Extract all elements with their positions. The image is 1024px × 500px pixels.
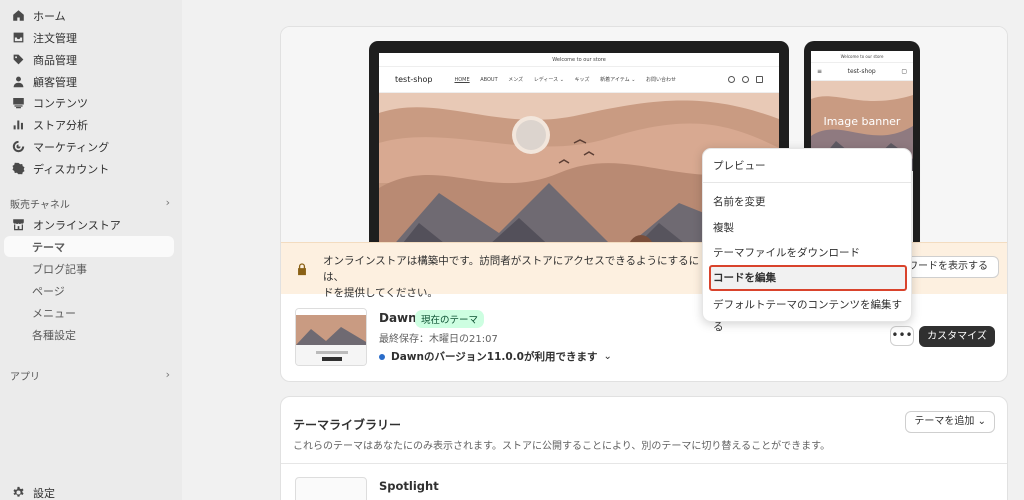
menu-item-preview[interactable]: プレビュー — [711, 155, 905, 177]
sidebar-item-products[interactable]: 商品管理 — [4, 49, 174, 70]
library-description: これらのテーマはあなたにのみ表示されます。ストアに公開することにより、別のテーマ… — [293, 441, 831, 452]
sidebar-item-marketing[interactable]: マーケティング — [4, 136, 174, 157]
store-nav-links: HOME ABOUT メンズ レディース ⌄ キッズ 新着アイテム ⌄ お問い合… — [454, 76, 685, 83]
library-theme-name: Spotlight — [379, 479, 439, 493]
sidebar-item-label: ホーム — [33, 9, 66, 23]
gear-icon — [11, 486, 25, 500]
sidebar-item-orders[interactable]: 注文管理 — [4, 27, 174, 48]
sidebar-item-label: テーマ — [32, 240, 65, 254]
sidebar-item-customers[interactable]: 顧客管理 — [4, 71, 174, 92]
section-title: 販売チャネル — [10, 200, 70, 211]
menu-item-edit-code[interactable]: コードを編集 — [709, 265, 907, 291]
menu-item-edit-default-content[interactable]: デフォルトテーマのコンテンツを編集する — [711, 294, 905, 333]
sidebar-item-label: 顧客管理 — [33, 75, 77, 89]
mobile-banner-title: Image banner — [823, 115, 901, 128]
search-icon — [728, 76, 735, 83]
menu-item-download-theme[interactable]: テーマファイルをダウンロード — [711, 242, 905, 264]
sidebar: ホーム 注文管理 商品管理 顧客管理 コンテンツ ストア分析 マーケティング デ… — [0, 0, 182, 500]
store-nav-link: キッズ — [574, 77, 590, 83]
sidebar-item-content[interactable]: コンテンツ — [4, 92, 174, 113]
sidebar-item-label: 設定 — [33, 486, 55, 500]
mobile-store-header: ≡ test-shop ▢ — [811, 63, 913, 81]
store-nav-link: メンズ — [508, 77, 524, 83]
store-nav-link: レディース ⌄ — [533, 77, 564, 83]
current-theme-badge: 現在のテーマ — [415, 310, 485, 328]
add-theme-button[interactable]: テーマを追加 ⌄ — [905, 411, 995, 433]
sidebar-item-label: 商品管理 — [33, 53, 77, 67]
inbox-icon — [11, 31, 25, 45]
storefront-icon — [11, 218, 25, 232]
discount-icon — [11, 162, 25, 176]
store-name: test-shop — [395, 75, 433, 84]
sidebar-item-themes[interactable]: テーマ — [4, 236, 174, 257]
sidebar-item-preferences[interactable]: 各種設定 — [4, 324, 174, 345]
sidebar-item-label: ブログ記事 — [32, 262, 87, 276]
library-theme-thumbnail — [295, 477, 367, 500]
cart-icon: ▢ — [901, 68, 907, 75]
apps-header[interactable]: アプリ › — [10, 368, 170, 383]
store-nav-link: HOME — [454, 77, 470, 83]
announcement-bar: Welcome to our store — [811, 51, 913, 63]
theme-actions-menu: プレビュー 名前を変更 複製 テーマファイルをダウンロード コードを編集 デフォ… — [702, 148, 912, 333]
customize-button[interactable]: カスタマイズ — [919, 326, 995, 347]
update-dot-icon — [379, 353, 385, 360]
chevron-right-icon: › — [165, 196, 170, 209]
last-saved: 最終保存：木曜日の21:07 — [379, 334, 498, 345]
chevron-right-icon: › — [165, 368, 170, 381]
target-icon — [11, 140, 25, 154]
account-icon — [742, 76, 749, 83]
add-theme-label: テーマを追加 — [914, 416, 975, 427]
sidebar-item-label: オンラインストア — [33, 218, 121, 232]
sidebar-item-blog-posts[interactable]: ブログ記事 — [4, 258, 174, 279]
sidebar-item-analytics[interactable]: ストア分析 — [4, 114, 174, 135]
sidebar-item-online-store[interactable]: オンラインストア — [4, 214, 174, 235]
tag-icon — [11, 53, 25, 67]
sidebar-item-label: ページ — [32, 284, 65, 298]
sidebar-item-label: 各種設定 — [32, 328, 76, 342]
store-header: test-shop HOME ABOUT メンズ レディース ⌄ キッズ 新着ア… — [379, 67, 779, 93]
announcement-bar: Welcome to our store — [379, 53, 779, 67]
version-update-link[interactable]: Dawnのバージョン11.0.0が利用できます ⌄ — [379, 349, 612, 364]
sidebar-item-menus[interactable]: メニュー — [4, 302, 174, 323]
store-tools — [728, 76, 763, 83]
chevron-down-icon: ⌄ — [977, 416, 986, 427]
cart-icon — [756, 76, 763, 83]
store-nav-link: ABOUT — [480, 77, 498, 83]
hamburger-icon: ≡ — [817, 68, 823, 75]
menu-divider — [703, 182, 911, 183]
more-actions-button[interactable]: ••• — [890, 326, 914, 346]
home-icon — [11, 9, 25, 23]
store-nav-link: お問い合わせ — [646, 77, 677, 83]
menu-item-duplicate[interactable]: 複製 — [711, 217, 905, 239]
sidebar-item-label: マーケティング — [33, 140, 110, 154]
sidebar-item-label: メニュー — [32, 306, 76, 320]
chevron-down-icon: ⌄ — [603, 351, 612, 362]
theme-thumbnail — [295, 308, 367, 366]
theme-library-card: テーマライブラリー これらのテーマはあなたにのみ表示されます。ストアに公開するこ… — [280, 396, 1008, 500]
sidebar-item-label: ストア分析 — [33, 118, 88, 132]
sidebar-item-discounts[interactable]: ディスカウント — [4, 158, 174, 179]
sidebar-item-label: ディスカウント — [33, 162, 110, 176]
bar-chart-icon — [11, 118, 25, 132]
view-password-button[interactable]: ワードを表示する — [897, 256, 999, 278]
divider — [281, 463, 1007, 464]
menu-item-rename[interactable]: 名前を変更 — [711, 191, 905, 213]
theme-name: Dawn — [379, 311, 417, 325]
person-icon — [11, 75, 25, 89]
library-title: テーマライブラリー — [293, 418, 402, 432]
sidebar-item-home[interactable]: ホーム — [4, 5, 174, 26]
section-title: アプリ — [10, 372, 40, 383]
store-nav-link: 新着アイテム ⌄ — [600, 77, 636, 83]
sidebar-item-label: 注文管理 — [33, 31, 77, 45]
notice-message-line: オンラインストアは構築中です。訪問者がストアにアクセスできるようにするには、 — [323, 255, 700, 283]
sidebar-item-pages[interactable]: ページ — [4, 280, 174, 301]
store-name: test-shop — [847, 68, 876, 75]
sales-channels-header[interactable]: 販売チャネル › — [10, 196, 170, 211]
sidebar-item-settings[interactable]: 設定 — [4, 482, 174, 500]
sidebar-item-label: コンテンツ — [33, 96, 88, 110]
update-text: Dawnのバージョン11.0.0が利用できます — [391, 351, 598, 363]
content-icon — [11, 96, 25, 110]
lock-icon — [295, 261, 309, 280]
